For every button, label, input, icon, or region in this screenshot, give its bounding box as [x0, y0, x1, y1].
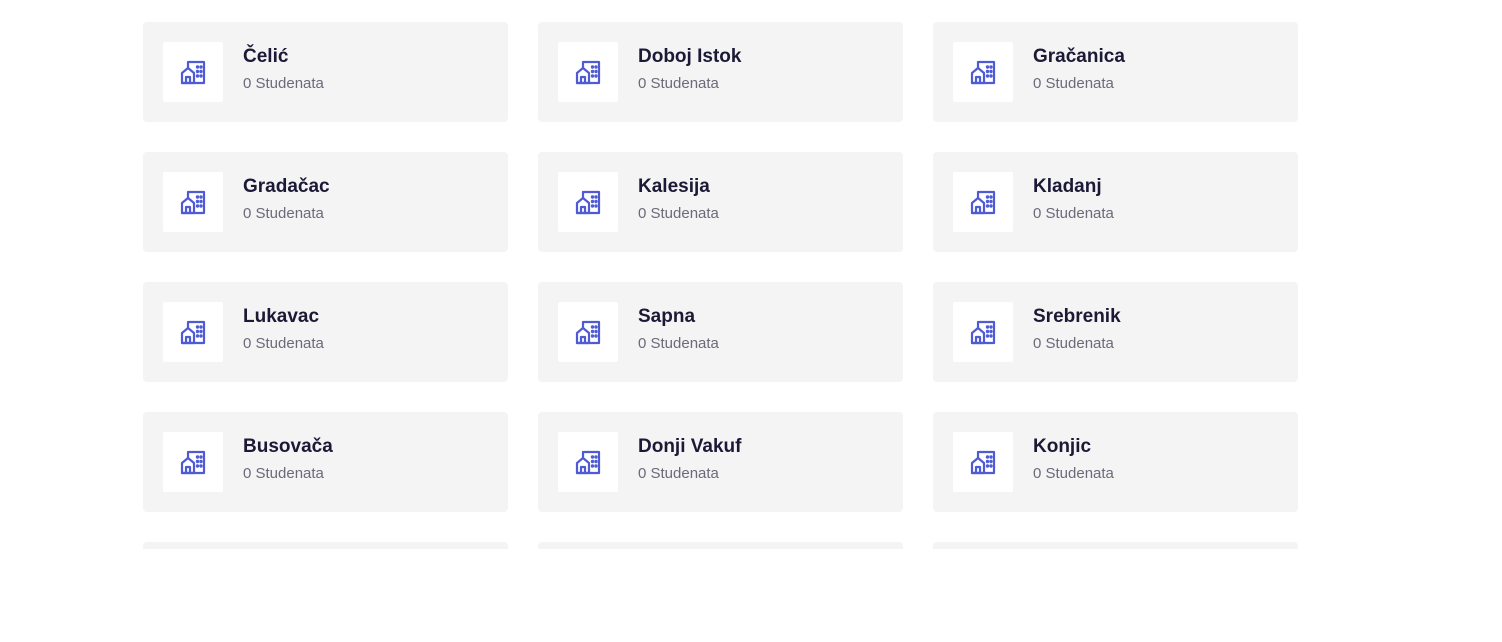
card-text: Čelić 0 Studenata — [243, 46, 324, 94]
card-text: Donji Vakuf 0 Studenata — [638, 436, 741, 484]
icon-container — [163, 172, 223, 232]
icon-container — [558, 42, 618, 102]
card-text: Sapna 0 Studenata — [638, 306, 719, 354]
city-name: Kalesija — [638, 175, 710, 197]
building-icon — [575, 190, 601, 215]
building-icon — [575, 320, 601, 345]
city-name: Sapna — [638, 305, 696, 327]
icon-container — [953, 42, 1013, 102]
student-count: 0 Studenata — [1033, 74, 1114, 92]
building-icon — [180, 450, 206, 475]
icon-container — [558, 432, 618, 492]
card-text: Kalesija 0 Studenata — [638, 176, 719, 224]
city-card[interactable]: Sapna 0 Studenata — [538, 282, 903, 382]
building-icon — [970, 450, 996, 475]
icon-container — [558, 172, 618, 232]
city-card-partial[interactable] — [143, 542, 508, 549]
building-icon — [180, 190, 206, 215]
city-card[interactable]: Gradačac 0 Studenata — [143, 152, 508, 252]
card-text: Doboj Istok 0 Studenata — [638, 46, 741, 94]
student-count: 0 Studenata — [243, 74, 324, 92]
city-card[interactable]: Kalesija 0 Studenata — [538, 152, 903, 252]
icon-container — [163, 432, 223, 492]
building-icon — [970, 60, 996, 85]
student-count: 0 Studenata — [638, 464, 719, 482]
city-card-partial[interactable] — [538, 542, 903, 549]
student-count: 0 Studenata — [1033, 464, 1114, 482]
student-count: 0 Studenata — [638, 334, 719, 352]
card-text: Kladanj 0 Studenata — [1033, 176, 1114, 224]
building-icon — [180, 320, 206, 345]
building-icon — [970, 320, 996, 345]
city-card[interactable]: Konjic 0 Studenata — [933, 412, 1298, 512]
student-count: 0 Studenata — [638, 204, 719, 222]
icon-container — [558, 302, 618, 362]
city-grid: Čelić 0 Studenata Doboj Istok 0 Studenat… — [143, 22, 1298, 642]
card-text: Konjic 0 Studenata — [1033, 436, 1114, 484]
card-text: Gradačac 0 Studenata — [243, 176, 330, 224]
city-name: Donji Vakuf — [638, 435, 742, 457]
building-icon — [180, 60, 206, 85]
icon-container — [953, 172, 1013, 232]
card-text: Busovača 0 Studenata — [243, 436, 333, 484]
city-name: Kladanj — [1033, 175, 1102, 197]
city-card[interactable]: Čelić 0 Studenata — [143, 22, 508, 122]
city-name: Gračanica — [1033, 45, 1125, 67]
icon-container — [163, 42, 223, 102]
city-card[interactable]: Lukavac 0 Studenata — [143, 282, 508, 382]
city-card[interactable]: Doboj Istok 0 Studenata — [538, 22, 903, 122]
city-card[interactable]: Srebrenik 0 Studenata — [933, 282, 1298, 382]
city-name: Gradačac — [243, 175, 330, 197]
icon-container — [163, 302, 223, 362]
city-name: Srebrenik — [1033, 305, 1121, 327]
card-text: Srebrenik 0 Studenata — [1033, 306, 1121, 354]
student-count: 0 Studenata — [1033, 334, 1114, 352]
icon-container — [953, 432, 1013, 492]
student-count: 0 Studenata — [638, 74, 719, 92]
city-name: Busovača — [243, 435, 333, 457]
student-count: 0 Studenata — [243, 464, 324, 482]
card-text: Gračanica 0 Studenata — [1033, 46, 1125, 94]
city-name: Konjic — [1033, 435, 1092, 457]
student-count: 0 Studenata — [243, 334, 324, 352]
building-icon — [575, 450, 601, 475]
icon-container — [953, 302, 1013, 362]
city-card[interactable]: Donji Vakuf 0 Studenata — [538, 412, 903, 512]
student-count: 0 Studenata — [243, 204, 324, 222]
city-name: Čelić — [243, 45, 289, 67]
card-text: Lukavac 0 Studenata — [243, 306, 324, 354]
building-icon — [970, 190, 996, 215]
city-name: Lukavac — [243, 305, 320, 327]
building-icon — [575, 60, 601, 85]
city-card[interactable]: Kladanj 0 Studenata — [933, 152, 1298, 252]
city-card[interactable]: Gračanica 0 Studenata — [933, 22, 1298, 122]
student-count: 0 Studenata — [1033, 204, 1114, 222]
city-card-partial[interactable] — [933, 542, 1298, 549]
city-name: Doboj Istok — [638, 45, 742, 67]
city-card[interactable]: Busovača 0 Studenata — [143, 412, 508, 512]
